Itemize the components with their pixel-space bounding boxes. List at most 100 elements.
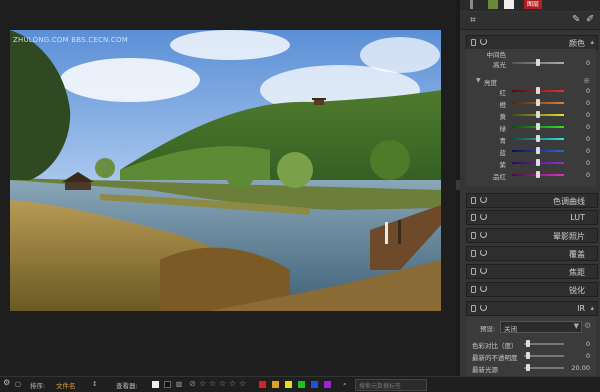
reset-icon[interactable] xyxy=(480,231,487,238)
sort-dropdown[interactable]: 文件名 xyxy=(56,380,76,390)
color-slider[interactable] xyxy=(512,123,564,130)
toggle-icon[interactable] xyxy=(471,214,476,221)
section-header-lut[interactable]: LUT xyxy=(466,210,598,225)
slider-knob[interactable] xyxy=(536,59,540,66)
slider-knob[interactable] xyxy=(526,340,530,347)
reset-icon[interactable] xyxy=(480,304,487,311)
section-label: 锐化 xyxy=(569,286,585,295)
slider-knob[interactable] xyxy=(536,135,540,142)
pen-icon[interactable]: ✐ xyxy=(586,14,594,25)
row-value[interactable]: 0 xyxy=(586,59,590,67)
reject-icon[interactable]: ⊘ xyxy=(189,379,196,388)
color-label-swatch[interactable] xyxy=(259,381,266,388)
target-icon[interactable]: ⊕ xyxy=(583,76,590,85)
row-value[interactable]: 20.00 xyxy=(571,364,590,372)
color-label-swatch[interactable] xyxy=(324,381,331,388)
slider-knob[interactable] xyxy=(536,99,540,106)
row-value[interactable]: 0 xyxy=(586,340,590,348)
row-value[interactable]: 0 xyxy=(586,159,590,167)
viewer-white-swatch[interactable] xyxy=(152,381,159,388)
slider-knob[interactable] xyxy=(536,123,540,130)
star-4-icon[interactable]: ☆ xyxy=(229,379,236,388)
toggle-icon[interactable] xyxy=(471,232,476,239)
row-value[interactable]: 0 xyxy=(586,147,590,155)
collapse-icon[interactable]: ▴ xyxy=(590,304,594,312)
reset-icon[interactable] xyxy=(480,267,487,274)
preset-value: 关闭 xyxy=(504,325,517,333)
reset-icon[interactable] xyxy=(480,196,487,203)
panel-toolbar: ⌗ ✎ ✐ xyxy=(460,12,600,30)
preset-options-icon[interactable]: ⚙ xyxy=(584,321,591,330)
toggle-icon[interactable] xyxy=(471,286,476,293)
reset-icon[interactable] xyxy=(480,38,487,45)
color-row: 紫0 xyxy=(466,158,596,169)
color-label-swatch[interactable] xyxy=(285,381,292,388)
layer-handle[interactable] xyxy=(470,0,473,9)
slider-knob[interactable] xyxy=(536,171,540,178)
viewer-black-swatch[interactable] xyxy=(164,381,171,388)
layer-thumb-mask[interactable] xyxy=(504,0,514,9)
color-slider[interactable] xyxy=(512,87,564,94)
row-value[interactable]: 0 xyxy=(586,352,590,360)
toggle-icon[interactable] xyxy=(471,197,476,204)
section-header-vignette[interactable]: 晕影照片 xyxy=(466,228,598,243)
ir-slider[interactable] xyxy=(524,364,564,371)
star-2-icon[interactable]: ☆ xyxy=(209,379,216,388)
preset-dropdown[interactable]: 关闭 ▼ xyxy=(500,321,582,333)
slider-knob[interactable] xyxy=(536,87,540,94)
slider-knob[interactable] xyxy=(536,147,540,154)
ir-slider[interactable] xyxy=(524,340,564,347)
slider-knob[interactable] xyxy=(526,352,530,359)
slider-knob[interactable] xyxy=(526,364,530,371)
highlight-slider[interactable] xyxy=(512,59,564,66)
row-value[interactable]: 0 xyxy=(586,87,590,95)
sort-direction-icon[interactable]: ↕ xyxy=(92,380,97,388)
row-value[interactable]: 0 xyxy=(586,123,590,131)
settings-gear-icon[interactable]: ⚙ xyxy=(3,378,10,387)
section-header-tone-curve[interactable]: 色调曲线 xyxy=(466,193,598,208)
row-value[interactable]: 0 xyxy=(586,135,590,143)
toggle-icon[interactable] xyxy=(471,250,476,257)
toggle-icon[interactable] xyxy=(471,268,476,275)
section-header-focus[interactable]: 焦距 xyxy=(466,264,598,279)
color-label-swatch[interactable] xyxy=(272,381,279,388)
collapse-icon[interactable]: ▴ xyxy=(590,38,594,46)
section-label: 晕影照片 xyxy=(553,232,585,241)
row-value[interactable]: 0 xyxy=(586,111,590,119)
expand-triangle-icon[interactable]: ▼ xyxy=(476,77,481,84)
layer-thumb-image[interactable] xyxy=(488,0,498,9)
toggle-icon[interactable] xyxy=(471,305,476,312)
color-slider[interactable] xyxy=(512,171,564,178)
row-value[interactable]: 0 xyxy=(586,99,590,107)
toggle-icon[interactable] xyxy=(471,39,476,46)
color-slider[interactable] xyxy=(512,99,564,106)
color-slider[interactable] xyxy=(512,147,564,154)
star-1-icon[interactable]: ☆ xyxy=(199,379,206,388)
image-viewer[interactable]: ZHULONG.COM BBS.CECN.COM xyxy=(0,0,460,376)
view-mode-icon[interactable]: ▢ xyxy=(15,380,21,388)
color-slider[interactable] xyxy=(512,159,564,166)
layer-name-tag[interactable]: 图层 xyxy=(524,0,542,9)
slider-knob[interactable] xyxy=(536,111,540,118)
section-header-sharpen[interactable]: 锐化 xyxy=(466,282,598,297)
crop-icon[interactable]: ⌗ xyxy=(470,15,476,26)
metadata-search-input[interactable]: 搜索元数据标签 xyxy=(355,379,427,391)
ir-slider[interactable] xyxy=(524,352,564,359)
color-slider[interactable] xyxy=(512,135,564,142)
chevron-down-icon: ▼ xyxy=(573,322,579,330)
reset-icon[interactable] xyxy=(480,249,487,256)
section-header-ir[interactable]: IR ▴ xyxy=(466,301,598,316)
reset-icon[interactable] xyxy=(480,213,487,220)
section-header-overlay[interactable]: 覆盖 xyxy=(466,246,598,261)
brush-icon[interactable]: ✎ xyxy=(572,14,580,25)
row-value[interactable]: 0 xyxy=(586,171,590,179)
color-slider[interactable] xyxy=(512,111,564,118)
compare-icon[interactable]: ▥ xyxy=(176,380,182,388)
star-5-icon[interactable]: ☆ xyxy=(239,379,246,388)
star-3-icon[interactable]: ☆ xyxy=(219,379,226,388)
search-icon[interactable]: ⌕ xyxy=(343,380,347,389)
reset-icon[interactable] xyxy=(480,285,487,292)
color-label-swatch[interactable] xyxy=(311,381,318,388)
color-label-swatch[interactable] xyxy=(298,381,305,388)
slider-knob[interactable] xyxy=(536,159,540,166)
